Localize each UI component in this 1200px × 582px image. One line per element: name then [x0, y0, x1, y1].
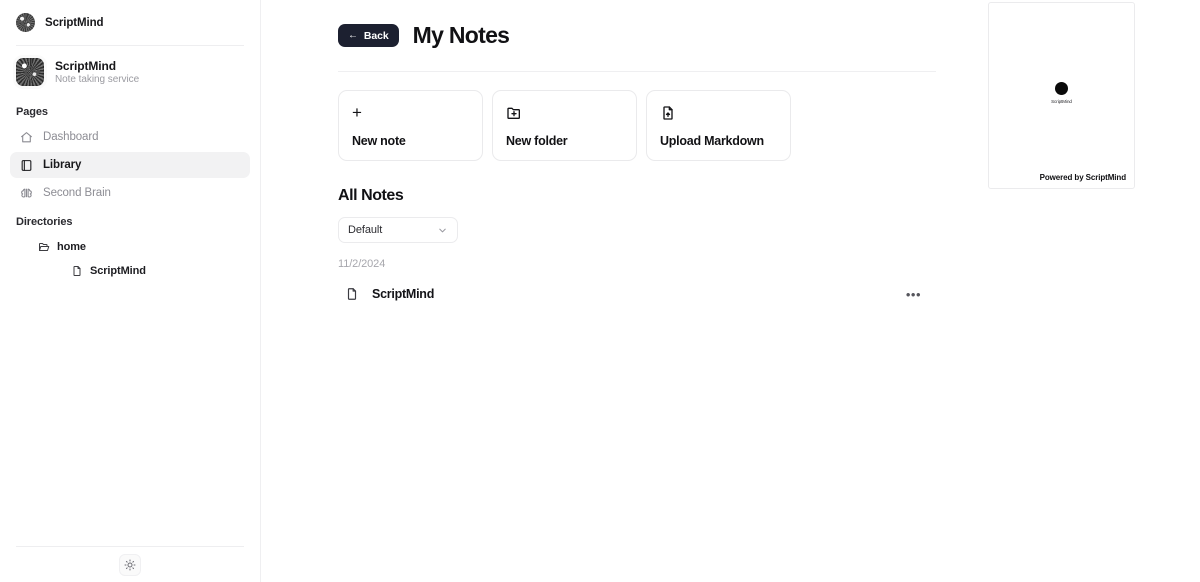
brand-name: ScriptMind [45, 16, 104, 29]
sidebar-nav: Dashboard Library Second Brain [0, 124, 260, 206]
directories-section-label: Directories [16, 216, 73, 228]
note-title: ScriptMind [372, 287, 435, 301]
preview-dot-label: ScriptMind [1051, 98, 1072, 104]
folder-open-icon [37, 241, 50, 254]
sun-icon[interactable] [119, 553, 141, 576]
file-icon [344, 287, 359, 302]
arrow-left-icon: ← [348, 29, 358, 41]
sidebar-item-second-brain[interactable]: Second Brain [10, 180, 250, 206]
more-horizontal-icon[interactable]: ••• [906, 288, 921, 301]
note-list-item[interactable]: ScriptMind ••• [338, 281, 936, 307]
header-divider [338, 71, 936, 72]
tree-item-label: home [57, 241, 86, 253]
sidebar: ScriptMind ScriptMind Note taking servic… [0, 0, 261, 582]
sidebar-item-label: Library [43, 159, 82, 171]
scriptmind-logo-icon [16, 13, 35, 32]
sidebar-item-label: Dashboard [43, 131, 99, 143]
upload-markdown-card[interactable]: Upload Markdown [646, 90, 791, 161]
date-group-label: 11/2/2024 [338, 258, 386, 270]
new-folder-card[interactable]: New folder [492, 90, 637, 161]
new-folder-label: New folder [506, 134, 568, 148]
scriptmind-logo-icon [16, 58, 44, 86]
back-button-label: Back [363, 29, 389, 42]
workspace-title: ScriptMind [55, 59, 116, 73]
upload-markdown-label: Upload Markdown [660, 134, 764, 148]
tree-item-label: ScriptMind [90, 265, 146, 277]
main-content: ← Back My Notes + New note New folder Up… [261, 0, 1200, 582]
tree-item-home[interactable]: home [10, 236, 250, 258]
page-title: My Notes [412, 22, 510, 48]
file-upload-icon [660, 104, 777, 121]
preview-logo-block: ScriptMind [1051, 81, 1072, 104]
book-icon [19, 158, 33, 172]
preview-card: ScriptMind Powered by ScriptMind [988, 2, 1135, 189]
home-icon [19, 130, 33, 144]
chevron-down-icon [437, 225, 448, 236]
new-note-label: New note [352, 134, 406, 148]
sort-select-value: Default [348, 224, 383, 236]
back-button[interactable]: ← Back [338, 24, 399, 47]
sidebar-footer [16, 546, 244, 582]
app-root: ScriptMind ScriptMind Note taking servic… [0, 0, 1200, 582]
preview-dot-icon [1054, 81, 1068, 95]
directory-tree: home ScriptMind [0, 234, 260, 282]
all-notes-title: All Notes [338, 187, 404, 204]
workspace-text: ScriptMind Note taking service [55, 59, 139, 85]
workspace-switcher[interactable]: ScriptMind Note taking service [0, 46, 260, 96]
plus-icon: + [352, 103, 362, 122]
new-note-card[interactable]: + New note [338, 90, 483, 161]
sidebar-item-label: Second Brain [43, 187, 111, 199]
workspace-subtitle: Note taking service [55, 74, 140, 85]
folder-plus-icon [506, 104, 623, 121]
tree-item-scriptmind[interactable]: ScriptMind [10, 260, 250, 282]
pages-section-label: Pages [16, 106, 48, 118]
preview-footer-text: Powered by ScriptMind [1039, 173, 1126, 182]
brain-icon [19, 186, 33, 200]
file-icon [70, 265, 83, 278]
sidebar-item-library[interactable]: Library [10, 152, 250, 178]
sidebar-brandbar[interactable]: ScriptMind [0, 0, 260, 45]
sidebar-item-dashboard[interactable]: Dashboard [10, 124, 250, 150]
sort-select[interactable]: Default [338, 217, 458, 243]
